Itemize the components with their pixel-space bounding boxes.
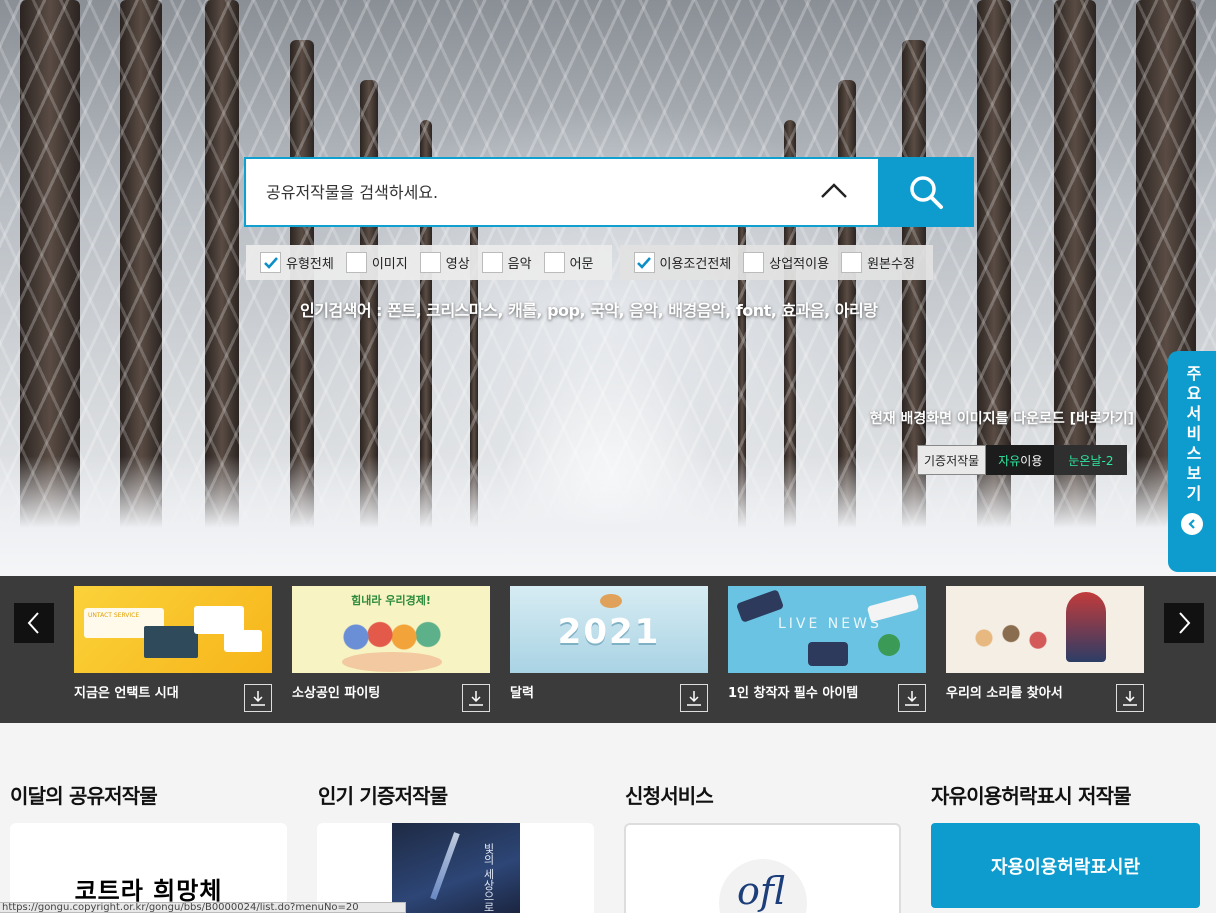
license-accent: 자유 (998, 453, 1021, 468)
card-thumbnail[interactable]: 힘내라 우리경제! (292, 586, 490, 673)
ofl-logo: ofl (719, 859, 807, 913)
check-icon (263, 256, 278, 269)
check-icon (637, 256, 651, 269)
download-icon (1123, 691, 1137, 706)
card-thumbnail[interactable]: 2021 (510, 586, 708, 673)
checkbox[interactable] (481, 252, 503, 273)
usage-filter-group: 이용조건전체 상업적이용 원본수정 (619, 245, 933, 280)
apply-panel[interactable]: ofl (624, 823, 901, 913)
font-sample: 코트라 희망체 (74, 877, 223, 905)
thumb-text: 힘내라 우리경제! (351, 594, 431, 607)
filter-text[interactable]: 어문 (543, 252, 594, 273)
search-button[interactable] (878, 157, 974, 227)
ofl-logo-text: ofl (737, 869, 786, 913)
filter-music[interactable]: 음악 (481, 252, 532, 273)
carousel-card[interactable]: 힘내라 우리경제! 소상공인 파이팅 (292, 586, 490, 712)
checkbox[interactable] (743, 252, 765, 273)
card-thumbnail[interactable]: LIVE NEWS (728, 586, 926, 673)
filter-label: 원본수정 (867, 257, 915, 272)
filter-image[interactable]: 이미지 (345, 252, 408, 273)
filter-modify[interactable]: 원본수정 (841, 252, 915, 273)
card-title: 달력 (510, 686, 534, 701)
carousel-card[interactable]: LIVE NEWS 1인 창작자 필수 아이템 (728, 586, 926, 712)
card-thumbnail[interactable] (946, 586, 1144, 673)
download-icon (687, 691, 701, 706)
book-cover[interactable]: 빛의 세상으로 (392, 823, 520, 913)
carousel-card[interactable]: 우리의 소리를 찾아서 (946, 586, 1144, 712)
thumb-text: LIVE NEWS (778, 616, 882, 632)
checkbox[interactable] (345, 252, 367, 273)
filter-label: 음악 (507, 257, 532, 272)
download-button[interactable] (898, 684, 926, 712)
main-services-tab[interactable]: 주요서비스보기 (1168, 351, 1216, 572)
background-name: 눈온날-2 (1054, 445, 1128, 475)
side-tab-label: 주요서비스보기 (1183, 365, 1202, 505)
thumb-text: UNTACT SERVICE (88, 612, 140, 619)
carousel-prev-button[interactable] (14, 603, 54, 643)
search-icon (910, 176, 943, 209)
filter-usage-all[interactable]: 이용조건전체 (633, 252, 732, 273)
chevron-left-icon (1181, 513, 1203, 535)
section-title-popular-donated: 인기 기증저작물 (318, 784, 448, 808)
thumb-text: 2021 (557, 612, 661, 652)
license-rest: 이용 (1020, 453, 1043, 468)
card-title: 지금은 언택트 시대 (74, 686, 179, 701)
download-icon (469, 691, 483, 706)
card-title: 1인 창작자 필수 아이템 (728, 686, 859, 701)
search-box (244, 157, 878, 227)
chevron-right-icon (1179, 612, 1191, 634)
popular-donated-panel[interactable]: 빛의 세상으로 (317, 823, 594, 913)
download-button[interactable] (1116, 684, 1144, 712)
hero-background (0, 0, 1216, 576)
background-info: 기증저작물 자유 이용 눈온날-2 (917, 445, 1128, 475)
filter-commercial[interactable]: 상업적이용 (743, 252, 829, 273)
carousel-card[interactable]: 2021 달력 (510, 586, 708, 712)
background-download-link[interactable]: 현재 배경화면 이미지를 다운로드 [바로가기] (870, 408, 1134, 428)
filter-label: 이미지 (371, 257, 408, 272)
chevron-up-icon[interactable] (820, 181, 848, 201)
carousel-next-button[interactable] (1164, 603, 1204, 643)
free-license-button[interactable]: 자용이용허락표시란 (931, 823, 1200, 908)
search-input[interactable] (266, 182, 786, 202)
featured-carousel: UNTACT SERVICE 지금은 언택트 시대 힘내라 우리경제! 소상공인… (0, 576, 1216, 723)
download-button[interactable] (680, 684, 708, 712)
card-title: 소상공인 파이팅 (292, 686, 381, 701)
monthly-panel[interactable]: 코트라 희망체 (10, 823, 287, 913)
filter-label: 어문 (569, 257, 594, 272)
filter-label: 영상 (445, 257, 470, 272)
section-title-apply: 신청서비스 (625, 784, 714, 808)
download-button[interactable] (244, 684, 272, 712)
section-title-monthly: 이달의 공유저작물 (10, 784, 158, 808)
download-icon (251, 691, 265, 706)
search-filters: 유형전체 이미지 영상 음악 어문 이용조건전체 상업적이용 원본수정 (246, 245, 933, 280)
status-bar-url: https://gongu.copyright.or.kr/gongu/bbs/… (0, 902, 406, 913)
type-filter-group: 유형전체 이미지 영상 음악 어문 (246, 245, 612, 280)
card-thumbnail[interactable]: UNTACT SERVICE (74, 586, 272, 673)
filter-type-all[interactable]: 유형전체 (260, 252, 334, 273)
checkbox[interactable] (841, 252, 863, 273)
filter-label: 이용조건전체 (659, 257, 732, 272)
popular-keywords[interactable]: 인기검색어 : 폰트, 크리스마스, 캐롤, pop, 국악, 음악, 배경음악… (300, 297, 878, 321)
filter-label: 상업적이용 (769, 257, 830, 272)
search-bar (244, 157, 974, 227)
checkbox[interactable] (419, 252, 441, 273)
background-type-badge: 기증저작물 (917, 445, 987, 475)
card-title: 우리의 소리를 찾아서 (946, 686, 1063, 701)
checkbox[interactable] (543, 252, 565, 273)
checkbox[interactable] (633, 252, 655, 273)
download-icon (905, 691, 919, 706)
checkbox[interactable] (260, 252, 281, 273)
book-title: 빛의 세상으로 (482, 843, 495, 913)
filter-label: 유형전체 (286, 257, 334, 272)
section-title-free-license: 자유이용허락표시 저작물 (931, 784, 1132, 808)
download-button[interactable] (462, 684, 490, 712)
chevron-left-icon (27, 612, 39, 634)
filter-video[interactable]: 영상 (419, 252, 470, 273)
background-license-badge: 자유 이용 (986, 445, 1055, 475)
carousel-card[interactable]: UNTACT SERVICE 지금은 언택트 시대 (74, 586, 272, 712)
